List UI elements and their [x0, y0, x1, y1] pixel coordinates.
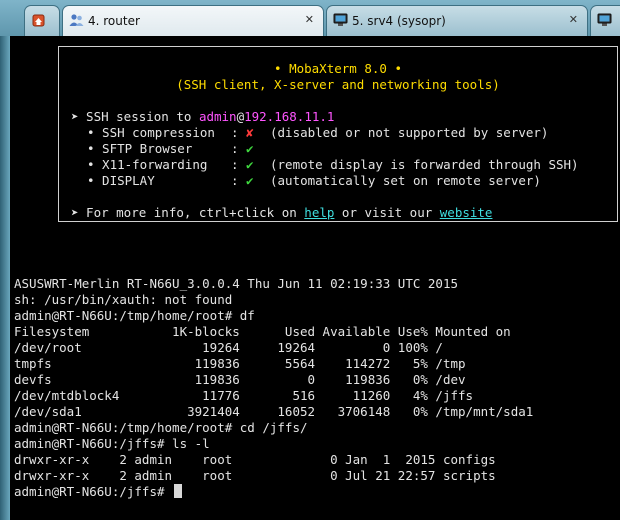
tab-bar: 4. router ✕ 5. srv4 (sysopr) ✕ — [0, 0, 620, 37]
terminal-line: admin@RT-N66U:/tmp/home/root# df — [14, 308, 255, 323]
window-left-edge — [0, 36, 10, 520]
terminal-line: ASUSWRT-Merlin RT-N66U_3.0.0.4 Thu Jun 1… — [14, 276, 459, 291]
check-icon: ✔ — [246, 141, 254, 156]
tab-extra[interactable] — [590, 5, 620, 36]
check-icon: ✔ — [246, 173, 254, 188]
tab-srv4[interactable]: 5. srv4 (sysopr) ✕ — [326, 5, 588, 36]
terminal-line: /dev/sda1 3921404 16052 3706148 0% /tmp/… — [14, 404, 534, 419]
home-icon — [32, 14, 45, 27]
terminal-line: tmpfs 119836 5564 114272 5% /tmp — [14, 356, 466, 371]
cross-icon: ✘ — [246, 125, 254, 140]
terminal-prompt-line[interactable]: admin@RT-N66U:/jffs# — [14, 484, 183, 500]
monitor-icon — [333, 13, 348, 26]
monitor-icon — [597, 13, 612, 26]
help-link[interactable]: help — [304, 205, 334, 220]
tab-home[interactable] — [24, 5, 60, 36]
tab-router[interactable]: 4. router ✕ — [62, 5, 324, 37]
close-icon[interactable]: ✕ — [305, 13, 314, 26]
terminal-line: drwxr-xr-x 2 admin root 0 Jul 21 22:57 s… — [14, 468, 496, 483]
close-icon[interactable]: ✕ — [569, 13, 578, 26]
feature-ssh-compression: • SSH compression : ✘ (disabled or not s… — [87, 125, 549, 140]
banner-subtitle: (SSH client, X-server and networking too… — [176, 77, 500, 92]
terminal-line: /dev/mtdblock4 11776 516 11260 4% /jffs — [14, 388, 474, 403]
terminal-line: devfs 119836 0 119836 0% /dev — [14, 372, 466, 387]
terminal-line: sh: /usr/bin/xauth: not found — [14, 292, 233, 307]
check-icon: ✔ — [246, 157, 254, 172]
feature-sftp-browser: • SFTP Browser : ✔ — [87, 141, 254, 156]
users-icon — [69, 14, 84, 26]
terminal-line: /dev/root 19264 19264 0 100% / — [14, 340, 443, 355]
tab-srv4-label: 5. srv4 (sysopr) — [352, 14, 446, 28]
tab-router-label: 4. router — [88, 14, 140, 28]
welcome-banner: • MobaXterm 8.0 • (SSH client, X-server … — [58, 46, 618, 222]
session-host: 192.168.11.1 — [244, 109, 335, 124]
terminal-line: Filesystem 1K-blocks Used Available Use%… — [14, 324, 511, 339]
text-cursor — [174, 484, 183, 498]
feature-x11-forwarding: • X11-forwarding : ✔ (remote display is … — [87, 157, 579, 172]
session-user: admin — [198, 109, 237, 124]
website-link[interactable]: website — [440, 205, 493, 220]
shell-prompt: admin@RT-N66U:/jffs# — [14, 484, 173, 499]
more-info-line: ➤ For more info, ctrl+click on help or v… — [71, 205, 493, 220]
terminal[interactable]: • MobaXterm 8.0 • (SSH client, X-server … — [10, 36, 620, 520]
terminal-line: admin@RT-N66U:/jffs# ls -l — [14, 436, 210, 451]
terminal-line: drwxr-xr-x 2 admin root 0 Jan 1 2015 con… — [14, 452, 496, 467]
ssh-session-line: ➤ SSH session to admin@192.168.11.1 — [71, 109, 335, 124]
feature-display: • DISPLAY : ✔ (automatically set on remo… — [87, 173, 541, 188]
banner-title: • MobaXterm 8.0 • — [274, 61, 402, 76]
terminal-line: admin@RT-N66U:/tmp/home/root# cd /jffs/ — [14, 420, 308, 435]
